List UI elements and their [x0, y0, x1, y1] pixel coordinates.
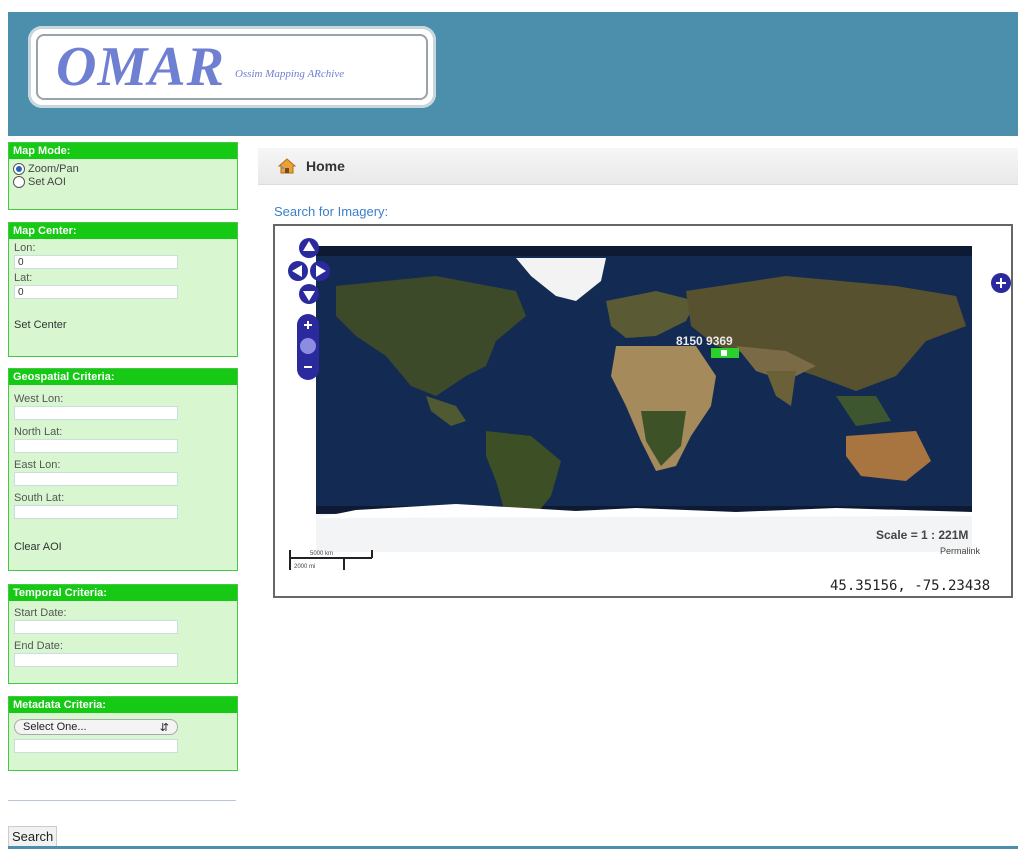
pan-up-icon[interactable]	[299, 238, 319, 258]
metadata-panel: Metadata Criteria: Select One... ⇵	[8, 696, 238, 771]
sidebar-divider	[8, 800, 236, 801]
zoom-slider-handle[interactable]	[300, 338, 316, 354]
scale-line: 5000 km 2000 mi	[289, 550, 373, 570]
footer-bar	[8, 846, 1018, 849]
pan-left-icon[interactable]	[288, 261, 308, 281]
logo-subtitle: Ossim Mapping ARchive	[234, 68, 345, 80]
east-lon-input[interactable]	[14, 472, 178, 486]
lat-input[interactable]	[14, 285, 178, 299]
scale-top-label: 5000 km	[310, 551, 333, 557]
set-aoi-label: Set AOI	[28, 176, 66, 188]
north-lat-input[interactable]	[14, 439, 178, 453]
select-arrows-icon: ⇵	[159, 721, 169, 734]
map-mode-title: Map Mode:	[9, 143, 237, 159]
metadata-select[interactable]: Select One... ⇵	[14, 719, 178, 735]
map-center-panel: Map Center: Lon: Lat: Set Center	[8, 222, 238, 357]
omar-logo[interactable]: OMAR Ossim Mapping ARchive	[28, 26, 436, 108]
lon-input[interactable]	[14, 255, 178, 269]
logo-frame: OMAR Ossim Mapping ARchive	[36, 34, 428, 100]
start-date-label: Start Date:	[14, 607, 67, 619]
breadcrumb: Home	[258, 148, 1018, 185]
map-mode-panel: Map Mode: Zoom/Pan Set AOI	[8, 142, 238, 210]
zoom-pan-radio[interactable]	[13, 163, 25, 175]
lon-label: Lon:	[14, 242, 36, 254]
lat-label: Lat:	[14, 272, 33, 284]
scale-bottom-label: 2000 mi	[294, 564, 315, 570]
geospatial-panel: Geospatial Criteria: West Lon: North Lat…	[8, 368, 238, 571]
north-lat-label: North Lat:	[14, 426, 63, 438]
search-button[interactable]: Search	[8, 826, 58, 847]
mouse-position-readout: 45.35156, -75.23438	[830, 578, 991, 594]
end-date-input[interactable]	[14, 653, 178, 667]
home-link[interactable]: Home	[306, 158, 345, 174]
set-center-button[interactable]: Set Center	[14, 319, 232, 331]
search-imagery-title: Search for Imagery:	[274, 204, 389, 219]
logo-title: OMAR	[56, 36, 225, 98]
south-lat-label: South Lat:	[14, 492, 65, 504]
temporal-title: Temporal Criteria:	[9, 585, 237, 601]
metadata-title: Metadata Criteria:	[9, 697, 237, 713]
set-aoi-radio[interactable]	[13, 176, 25, 188]
set-aoi-option[interactable]: Set AOI	[13, 176, 233, 188]
zoom-pan-option[interactable]: Zoom/Pan	[13, 163, 233, 175]
clear-aoi-button[interactable]: Clear AOI	[14, 541, 232, 553]
world-map[interactable]	[316, 246, 972, 552]
imagery-marker-label[interactable]: 8150 9369	[676, 334, 733, 348]
metadata-select-value: Select One...	[23, 721, 87, 733]
layer-switcher-icon[interactable]	[990, 272, 1012, 294]
end-date-label: End Date:	[14, 640, 63, 652]
west-lon-input[interactable]	[14, 406, 178, 420]
temporal-panel: Temporal Criteria: Start Date: End Date:	[8, 584, 238, 684]
scale-readout: Scale = 1 : 221M	[876, 528, 969, 542]
west-lon-label: West Lon:	[14, 393, 64, 405]
pan-right-icon[interactable]	[310, 261, 330, 281]
map-pan-zoom-control	[288, 238, 330, 380]
metadata-value-input[interactable]	[14, 739, 178, 753]
geospatial-title: Geospatial Criteria:	[9, 369, 237, 385]
pan-down-icon[interactable]	[299, 284, 319, 304]
south-lat-input[interactable]	[14, 505, 178, 519]
zoom-out-icon[interactable]	[304, 366, 312, 368]
zoom-pan-label: Zoom/Pan	[28, 163, 79, 175]
map-center-title: Map Center:	[9, 223, 237, 239]
permalink-link[interactable]: Permalink	[940, 546, 980, 556]
home-icon[interactable]	[278, 158, 296, 174]
header-banner: OMAR Ossim Mapping ARchive	[8, 12, 1018, 136]
start-date-input[interactable]	[14, 620, 178, 634]
east-lon-label: East Lon:	[14, 459, 61, 471]
